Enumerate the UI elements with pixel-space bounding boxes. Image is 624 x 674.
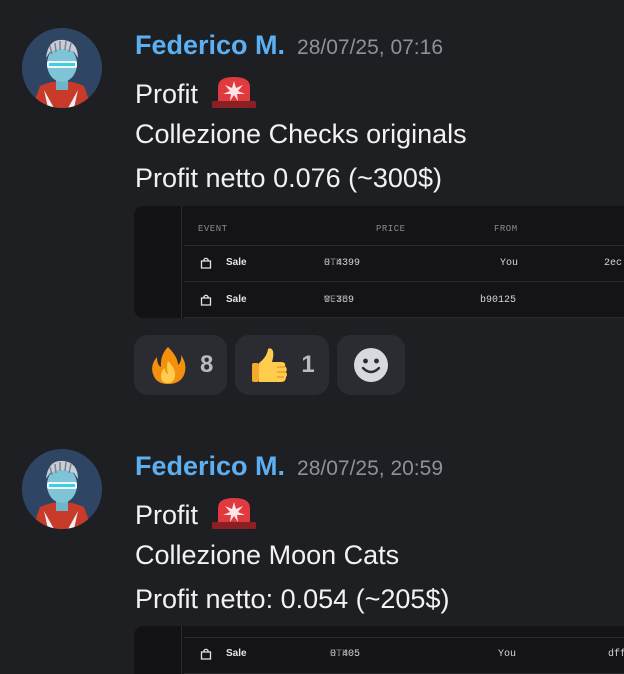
table-header: EVENT PRICE FROM: [184, 206, 624, 246]
police-light-icon: [211, 498, 256, 529]
message-line-1: Profit: [135, 496, 258, 531]
message-text: Profit: [135, 79, 199, 109]
avatar[interactable]: [22, 449, 102, 529]
reaction-thumbs-up[interactable]: 1: [235, 335, 329, 395]
column-header-price: PRICE: [376, 224, 406, 234]
event-name: Sale: [226, 294, 247, 305]
table-row: Sale 0.4399 ETH You 2ec: [184, 246, 624, 282]
message-line-2: Collezione Checks originals: [135, 119, 467, 149]
message-line-3: Profit netto: 0.054 (~205$): [135, 584, 450, 614]
avatar-image: [22, 449, 102, 529]
thumbs-up-icon: [252, 348, 288, 382]
timestamp: 28/07/25, 07:16: [297, 36, 443, 59]
embed-sidebar: [134, 206, 182, 318]
shopping-bag-icon: [200, 257, 212, 269]
embed-sidebar: [134, 626, 182, 674]
image-embed[interactable]: EVENT PRICE FROM Sale 0.4399 ETH You 2ec…: [134, 206, 624, 318]
add-reaction-button[interactable]: [336, 335, 405, 395]
message-text: Profit: [135, 500, 199, 530]
author-name[interactable]: Federico M.: [135, 30, 285, 60]
to-address: 2ec: [604, 258, 623, 269]
police-light-icon: [211, 77, 256, 108]
author-name[interactable]: Federico M.: [135, 451, 285, 481]
fire-icon: [152, 347, 186, 384]
avatar-image: [22, 28, 102, 108]
shopping-bag-icon: [200, 648, 212, 660]
timestamp: 28/07/25, 20:59: [297, 457, 443, 480]
image-embed[interactable]: Sale 0.405 ETH You dff: [134, 626, 624, 674]
smiley-icon: [353, 348, 388, 382]
column-header-event: EVENT: [198, 224, 228, 234]
message-header: Federico M. 28/07/25, 07:16: [135, 30, 443, 61]
event-name: Sale: [226, 648, 247, 659]
sales-table: Sale 0.405 ETH You dff: [184, 626, 624, 674]
table-row: Sale 0.369 WETH b90125: [184, 282, 624, 318]
to-address: dff: [608, 649, 624, 660]
from-address: You: [500, 258, 519, 269]
table-header: [184, 626, 624, 638]
from-address: b90125: [480, 295, 517, 306]
message-header: Federico M. 28/07/25, 20:59: [135, 451, 443, 482]
sales-table: EVENT PRICE FROM Sale 0.4399 ETH You 2ec…: [184, 206, 624, 318]
reaction-count: 8: [200, 351, 214, 378]
reaction-fire[interactable]: 8: [134, 335, 228, 395]
message-line-3: Profit netto 0.076 (~300$): [135, 163, 442, 193]
message-line-1: Profit: [135, 75, 258, 110]
message-line-2: Collezione Moon Cats: [135, 540, 400, 570]
reactions-bar: 8 1: [134, 335, 405, 395]
event-name: Sale: [226, 257, 247, 268]
table-row: Sale 0.405 ETH You dff: [184, 638, 624, 674]
from-address: You: [498, 649, 517, 660]
column-header-from: FROM: [494, 224, 518, 234]
reaction-count: 1: [301, 351, 315, 378]
shopping-bag-icon: [200, 294, 212, 306]
avatar[interactable]: [22, 28, 102, 108]
